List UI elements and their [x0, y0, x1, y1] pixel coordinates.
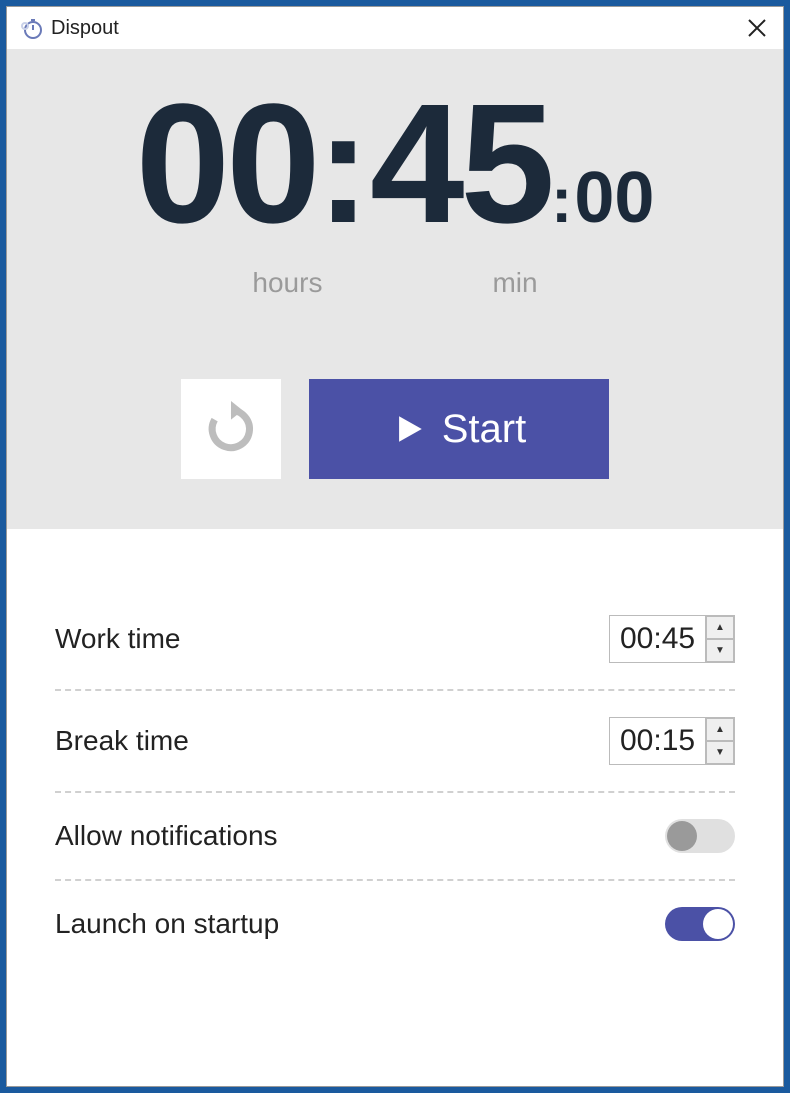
- break-time-spinner[interactable]: ▲ ▼: [609, 717, 735, 765]
- timer-colon-2: :: [551, 168, 572, 232]
- start-label: Start: [442, 407, 526, 452]
- timer-labels: hours min: [252, 267, 537, 299]
- start-button[interactable]: Start: [309, 379, 609, 479]
- timer-seconds: 00: [574, 162, 654, 234]
- controls: Start: [181, 379, 609, 479]
- close-icon: [747, 18, 767, 38]
- app-window: Dispout 00 : 45 : 00 hours min Start: [6, 6, 784, 1087]
- notifications-toggle[interactable]: [665, 819, 735, 853]
- titlebar: Dispout: [7, 7, 783, 49]
- timer-area: 00 : 45 : 00 hours min Start: [7, 49, 783, 529]
- startup-label: Launch on startup: [55, 908, 279, 940]
- break-time-up[interactable]: ▲: [706, 718, 734, 741]
- notifications-label: Allow notifications: [55, 820, 278, 852]
- app-icon: [19, 16, 43, 40]
- toggle-knob: [667, 821, 697, 851]
- label-min: min: [492, 267, 537, 299]
- setting-work-time: Work time ▲ ▼: [55, 589, 735, 691]
- break-time-input[interactable]: [610, 718, 705, 764]
- break-time-down[interactable]: ▼: [706, 741, 734, 764]
- titlebar-left: Dispout: [19, 16, 119, 40]
- reset-icon: [203, 401, 259, 457]
- startup-toggle[interactable]: [665, 907, 735, 941]
- label-hours: hours: [252, 267, 322, 299]
- work-time-spinner[interactable]: ▲ ▼: [609, 615, 735, 663]
- work-time-up[interactable]: ▲: [706, 616, 734, 639]
- work-time-input[interactable]: [610, 616, 705, 662]
- settings-panel: Work time ▲ ▼ Break time ▲ ▼ Allow notif…: [7, 529, 783, 1086]
- app-title: Dispout: [51, 17, 119, 40]
- work-time-label: Work time: [55, 623, 181, 655]
- break-time-stepper: ▲ ▼: [705, 718, 734, 764]
- timer-display: 00 : 45 : 00: [136, 79, 655, 249]
- timer-colon-1: :: [317, 87, 370, 247]
- timer-hours: 00: [136, 79, 317, 249]
- work-time-stepper: ▲ ▼: [705, 616, 734, 662]
- setting-notifications: Allow notifications: [55, 793, 735, 881]
- work-time-down[interactable]: ▼: [706, 639, 734, 662]
- break-time-label: Break time: [55, 725, 189, 757]
- timer-minutes: 45: [370, 79, 551, 249]
- setting-break-time: Break time ▲ ▼: [55, 691, 735, 793]
- play-icon: [392, 412, 426, 446]
- toggle-knob: [703, 909, 733, 939]
- reset-button[interactable]: [181, 379, 281, 479]
- setting-startup: Launch on startup: [55, 881, 735, 967]
- close-button[interactable]: [743, 14, 771, 42]
